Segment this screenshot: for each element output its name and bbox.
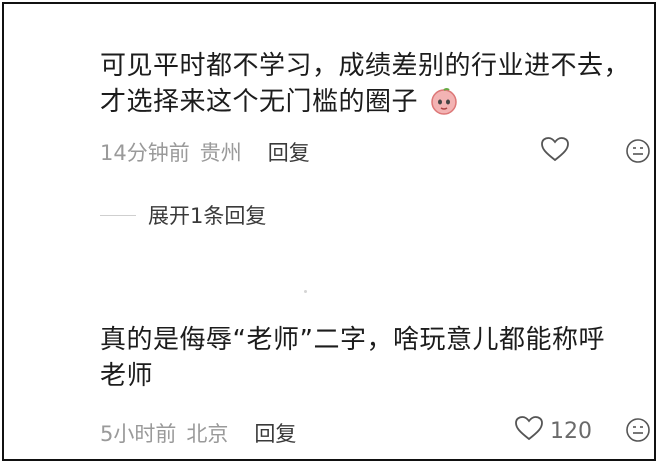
comment-2-line-2: 老师 — [100, 361, 154, 391]
comment-2-like-count: 120 — [550, 418, 592, 444]
separator-dot — [304, 290, 307, 293]
divider — [100, 214, 136, 216]
comment-1-meta: 14分钟前 贵州 回复 — [100, 137, 310, 167]
heart-outline-icon — [514, 414, 544, 448]
comment-2-line-1: 真的是侮辱“老师”二字，啥玩意儿都能称呼 — [100, 325, 605, 355]
comment-2-text: 真的是侮辱“老师”二字，啥玩意儿都能称呼 老师 — [100, 322, 605, 394]
expand-replies-button[interactable]: 展开1条回复 — [100, 200, 266, 230]
expand-replies-label: 展开1条回复 — [148, 204, 267, 228]
comment-2-time: 5小时前 — [100, 422, 177, 446]
comment-2-sticker-button[interactable] — [624, 416, 652, 448]
comment-1-line-2: 才选择来这个无门槛的圈子 — [100, 84, 630, 126]
comment-2-like-button[interactable]: 120 — [514, 414, 592, 448]
heart-outline-icon — [540, 135, 570, 169]
comment-list: 可见平时都不学习，成绩差别的行业进不去， 才选择来这个无门槛的圈子 14分钟前 … — [2, 2, 656, 461]
comment-1-sticker-button[interactable] — [624, 137, 652, 169]
comment-1-location: 贵州 — [199, 141, 242, 165]
comment-2-reply-button[interactable]: 回复 — [254, 418, 296, 448]
comment-2-location: 北京 — [186, 422, 229, 446]
comment-1-time: 14分钟前 — [100, 141, 190, 165]
comment-1-reply-button[interactable]: 回复 — [268, 137, 310, 167]
comment-1-like-button[interactable] — [540, 135, 570, 169]
comment-1-text: 可见平时都不学习，成绩差别的行业进不去， 才选择来这个无门槛的圈子 — [100, 48, 630, 126]
emoji-face-icon — [624, 139, 652, 169]
emoji-face-icon — [624, 418, 652, 448]
peach-emoji-icon — [429, 86, 459, 126]
comment-2-meta: 5小时前 北京 回复 — [100, 418, 296, 448]
comment-1-line-1: 可见平时都不学习，成绩差别的行业进不去， — [100, 51, 631, 81]
